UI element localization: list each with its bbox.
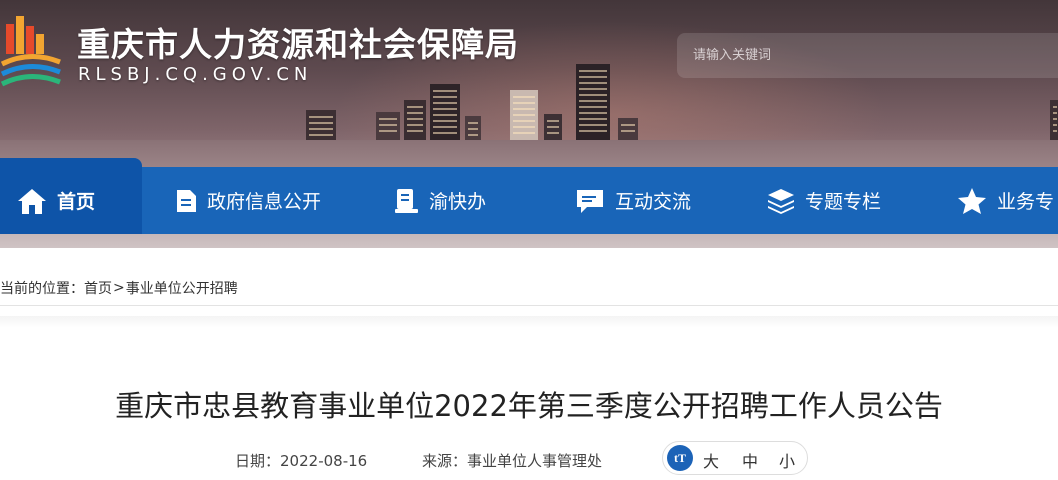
source-label: 来源：	[422, 452, 468, 470]
star-icon	[958, 187, 986, 214]
layers-icon	[768, 188, 794, 214]
site-url: RLSBJ.CQ.GOV.CN	[78, 64, 313, 85]
breadcrumb-link-recruitment[interactable]: 事业单位公开招聘	[126, 278, 238, 298]
document-icon	[177, 189, 196, 212]
nav-item-label: 互动交流	[615, 191, 692, 213]
article-date: 日期：2022-08-16	[235, 450, 367, 471]
article-title: 重庆市忠县教育事业单位2022年第三季度公开招聘工作人员公告	[115, 389, 943, 423]
date-label: 日期：	[235, 452, 281, 470]
nav-item-home[interactable]: 首页	[0, 167, 142, 234]
nav-item-gov-info[interactable]: 政府信息公开	[175, 167, 321, 234]
chat-icon	[577, 189, 603, 213]
source-value: 事业单位人事管理处	[467, 452, 603, 470]
breadcrumb-separator: >	[113, 280, 125, 296]
font-size-large-button[interactable]: 大	[703, 448, 719, 472]
article-source: 来源：事业单位人事管理处	[422, 450, 602, 471]
font-size-switcher: tT 大 中 小	[662, 441, 808, 475]
government-logo-icon	[0, 16, 61, 87]
search-input[interactable]	[677, 33, 1058, 78]
home-icon	[18, 188, 46, 214]
site-title: 重庆市人力资源和社会保障局	[77, 25, 519, 64]
nav-item-yukuaiban[interactable]: 渝快办	[395, 167, 486, 234]
search-box[interactable]	[677, 33, 1058, 78]
font-size-medium-button[interactable]: 中	[742, 448, 758, 472]
nav-item-label: 业务专	[997, 191, 1055, 213]
breadcrumb-link-home[interactable]: 首页	[84, 278, 112, 298]
main-nav: 首页 政府信息公开 渝快办 互动交流 专题专栏 业务专	[0, 167, 1058, 234]
nav-item-special[interactable]: 专题专栏	[767, 167, 881, 234]
breadcrumb-prefix: 您当前的位置：	[0, 281, 84, 297]
nav-item-label: 专题专栏	[805, 191, 882, 213]
nav-active-tab-cap	[0, 158, 142, 167]
content-top-shadow	[0, 316, 1058, 328]
breadcrumb: 您当前的位置： 首页 > 事业单位公开招聘	[0, 278, 238, 298]
handbook-icon	[395, 188, 418, 213]
nav-item-label: 渝快办	[429, 191, 487, 213]
nav-item-label: 首页	[57, 191, 96, 213]
font-size-icon: tT	[667, 445, 693, 471]
nav-item-label: 政府信息公开	[207, 191, 322, 213]
nav-item-interaction[interactable]: 互动交流	[575, 167, 691, 234]
date-value: 2022-08-16	[280, 452, 368, 470]
breadcrumb-divider	[0, 305, 1058, 306]
font-size-small-button[interactable]: 小	[779, 448, 795, 472]
nav-item-business[interactable]: 业务专	[957, 167, 1054, 234]
